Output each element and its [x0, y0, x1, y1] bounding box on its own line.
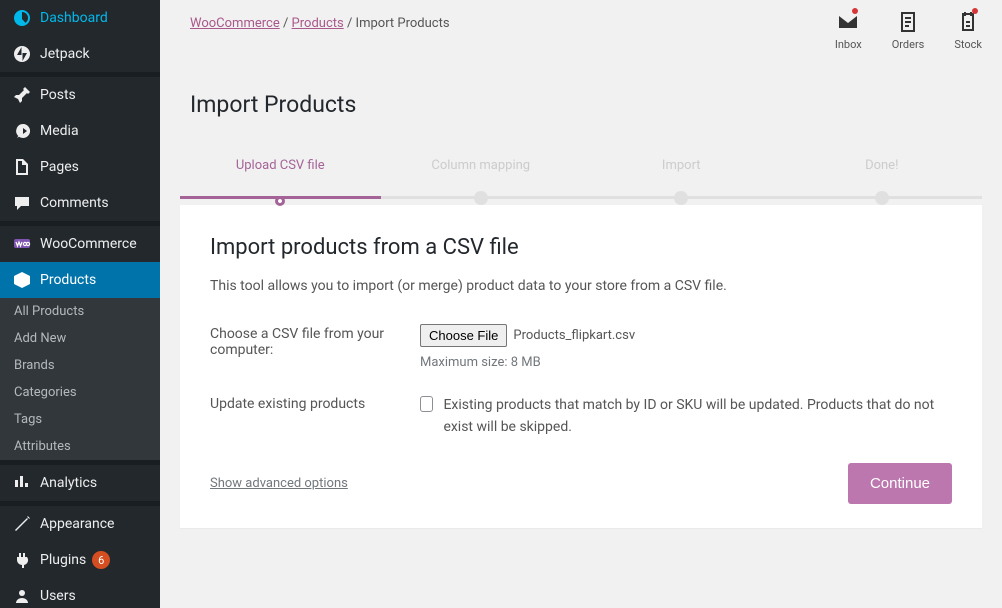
dashboard-icon [12, 8, 32, 28]
sidebar-item-comments[interactable]: Comments [0, 185, 160, 221]
sidebar-label: Products [40, 272, 96, 288]
top-icon-label: Stock [954, 38, 982, 51]
breadcrumb-link-products[interactable]: Products [292, 16, 344, 31]
step-dot-icon [875, 191, 889, 205]
sidebar-item-dashboard[interactable]: Dashboard [0, 0, 160, 36]
update-description: Existing products that match by ID or SK… [443, 394, 952, 439]
plugins-icon [12, 550, 32, 570]
sidebar-label: Comments [40, 195, 109, 211]
step-import: Import [581, 158, 782, 205]
update-field-label: Update existing products [210, 394, 420, 439]
sidebar-label: WooCommerce [40, 236, 137, 252]
sidebar-item-media[interactable]: Media [0, 113, 160, 149]
stock-icon [956, 10, 980, 34]
topbar: WooCommerce / Products / Import Products… [160, 0, 1002, 61]
main-content: WooCommerce / Products / Import Products… [160, 0, 1002, 608]
sidebar-item-posts[interactable]: Posts [0, 77, 160, 113]
import-stepper: Upload CSV file Column mapping Import Do… [180, 158, 982, 205]
sidebar-item-pages[interactable]: Pages [0, 149, 160, 185]
users-icon [12, 586, 32, 606]
notification-dot [972, 8, 978, 14]
submenu-item-all-products[interactable]: All Products [0, 298, 160, 325]
top-icon-label: Orders [892, 38, 925, 51]
sidebar-item-woocommerce[interactable]: WooCommerce [0, 226, 160, 262]
sidebar-item-users[interactable]: Users [0, 578, 160, 608]
breadcrumb-sep: / [280, 16, 292, 31]
sidebar-label: Pages [40, 159, 79, 175]
breadcrumb-sep: / [344, 16, 356, 31]
step-upload: Upload CSV file [180, 158, 381, 205]
form-row-file: Choose a CSV file from your computer: Ch… [210, 324, 952, 370]
import-card: Import products from a CSV file This too… [180, 205, 982, 528]
file-field-label: Choose a CSV file from your computer: [210, 324, 420, 370]
show-advanced-link[interactable]: Show advanced options [210, 476, 348, 491]
sidebar-label: Media [40, 123, 79, 139]
sidebar-item-appearance[interactable]: Appearance [0, 506, 160, 542]
page-icon [12, 157, 32, 177]
submenu-item-brands[interactable]: Brands [0, 352, 160, 379]
continue-button[interactable]: Continue [848, 463, 952, 504]
top-icon-label: Inbox [835, 38, 862, 51]
breadcrumb-link-woocommerce[interactable]: WooCommerce [190, 16, 280, 31]
choose-file-button[interactable]: Choose File [420, 324, 507, 347]
file-size-hint: Maximum size: 8 MB [420, 355, 952, 370]
page-title: Import Products [160, 61, 1002, 138]
breadcrumb-current: Import Products [356, 16, 450, 31]
step-label: Import [581, 158, 782, 173]
notification-dot [852, 8, 858, 14]
media-icon [12, 121, 32, 141]
plugins-badge: 6 [92, 551, 110, 569]
appearance-icon [12, 514, 32, 534]
top-icons: Inbox Orders Stock [835, 10, 982, 51]
submenu-products: All Products Add New Brands Categories T… [0, 298, 160, 460]
sidebar-label: Analytics [40, 475, 97, 491]
submenu-item-categories[interactable]: Categories [0, 379, 160, 406]
update-existing-checkbox[interactable] [420, 396, 433, 412]
sidebar-label: Posts [40, 87, 76, 103]
breadcrumb: WooCommerce / Products / Import Products [190, 10, 835, 31]
step-label: Upload CSV file [180, 158, 381, 173]
submenu-item-attributes[interactable]: Attributes [0, 433, 160, 460]
top-icon-inbox[interactable]: Inbox [835, 10, 862, 51]
orders-icon [896, 10, 920, 34]
step-label: Done! [782, 158, 983, 173]
submenu-item-tags[interactable]: Tags [0, 406, 160, 433]
card-title: Import products from a CSV file [210, 235, 952, 260]
admin-sidebar: Dashboard Jetpack Posts Media Pages Comm… [0, 0, 160, 608]
mail-icon [836, 10, 860, 34]
comment-icon [12, 193, 32, 213]
products-icon [12, 270, 32, 290]
sidebar-label: Plugins [40, 552, 86, 568]
sidebar-label: Users [40, 588, 76, 604]
step-label: Column mapping [381, 158, 582, 173]
sidebar-item-jetpack[interactable]: Jetpack [0, 36, 160, 72]
sidebar-label: Jetpack [40, 46, 90, 62]
sidebar-item-plugins[interactable]: Plugins 6 [0, 542, 160, 578]
step-done: Done! [782, 158, 983, 205]
submenu-item-add-new[interactable]: Add New [0, 325, 160, 352]
sidebar-label: Dashboard [40, 10, 108, 26]
pin-icon [12, 85, 32, 105]
step-dot-icon [474, 191, 488, 205]
card-description: This tool allows you to import (or merge… [210, 278, 952, 294]
sidebar-label: Appearance [40, 516, 114, 532]
woocommerce-icon [12, 234, 32, 254]
top-icon-orders[interactable]: Orders [892, 10, 925, 51]
analytics-icon [12, 473, 32, 493]
form-row-update: Update existing products Existing produc… [210, 394, 952, 439]
top-icon-stock[interactable]: Stock [954, 10, 982, 51]
step-dot-icon [275, 196, 285, 206]
sidebar-item-analytics[interactable]: Analytics [0, 465, 160, 501]
sidebar-item-products[interactable]: Products [0, 262, 160, 298]
step-dot-icon [674, 191, 688, 205]
selected-file-name: Products_flipkart.csv [513, 328, 635, 343]
step-column-mapping: Column mapping [381, 158, 582, 205]
card-footer: Show advanced options Continue [210, 463, 952, 504]
jetpack-icon [12, 44, 32, 64]
